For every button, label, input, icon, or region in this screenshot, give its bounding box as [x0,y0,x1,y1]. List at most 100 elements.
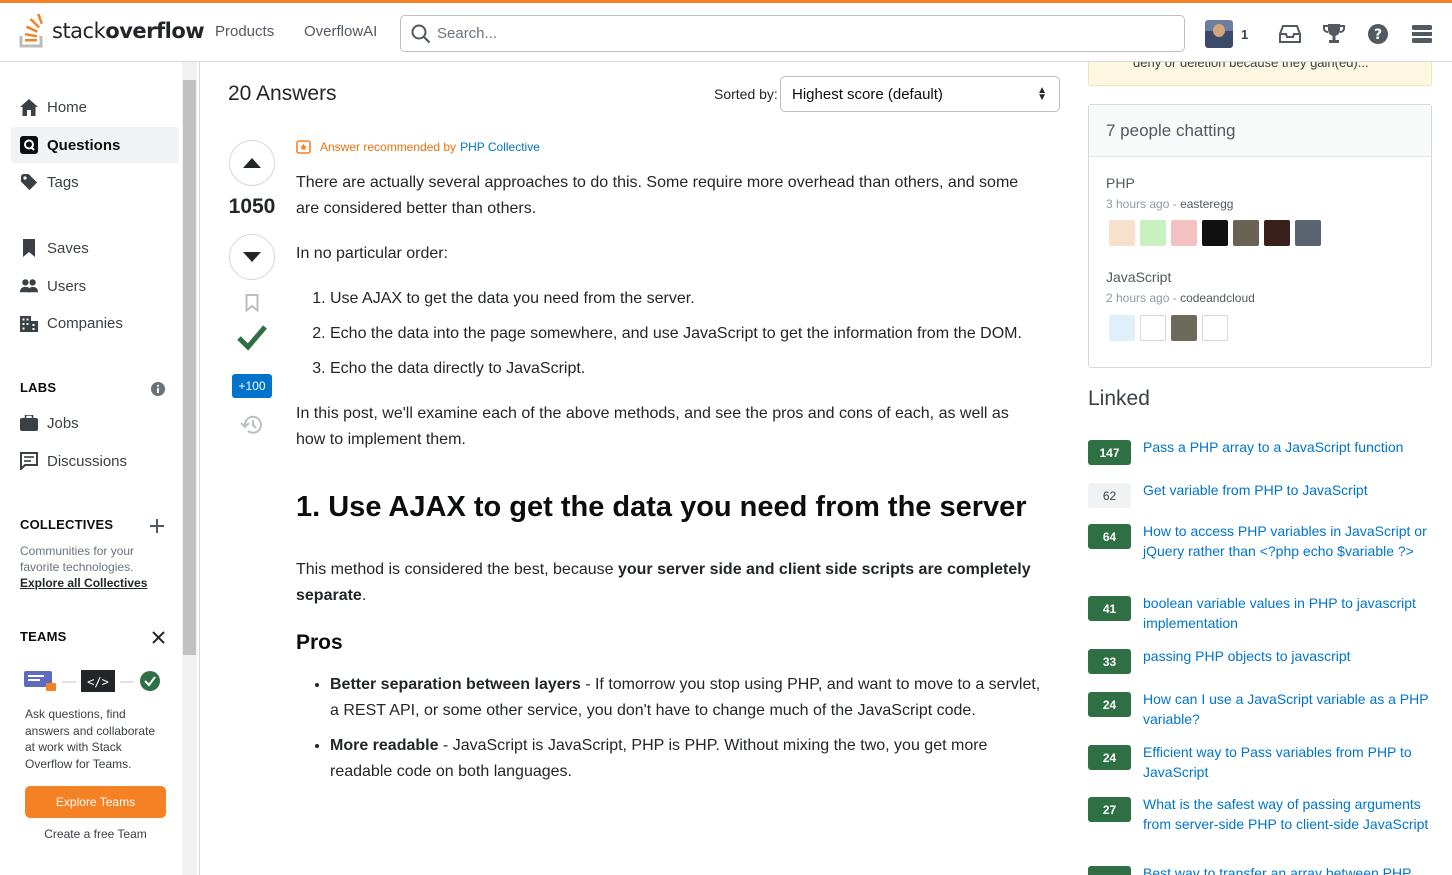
linked-score: 33 [1088,649,1131,674]
sidebar-item-label: Saves [47,239,89,257]
linked-title[interactable]: How to access PHP variables in JavaScrip… [1143,522,1435,561]
sidebar-item-companies[interactable]: Companies [11,305,179,341]
chat-user-avatar[interactable] [1264,220,1290,246]
pros-list: Better separation between layers - If to… [330,672,1041,785]
user-avatar[interactable] [1205,20,1233,48]
create-team-link[interactable]: Create a free Team [25,827,166,841]
briefcase-icon [20,414,38,432]
sidebar-item-label: Jobs [47,414,79,432]
sidebar-item-users[interactable]: Users [11,268,179,304]
chat-avatars-php [1109,220,1326,246]
home-icon [20,98,38,116]
sidebar-item-label: Home [47,98,88,116]
add-collective-icon[interactable] [150,519,164,536]
sidebar-item-tags[interactable]: Tags [11,164,179,200]
discussions-icon [20,452,38,470]
sidebar-scrollbar[interactable] [182,62,197,875]
chat-avatars-javascript [1109,315,1233,341]
downvote-button[interactable] [229,234,275,280]
sidebar-item-saves[interactable]: Saves [11,230,179,266]
stackoverflow-logo-icon [19,14,43,48]
sidebar-item-jobs[interactable]: Jobs [11,405,179,441]
chat-user-avatar[interactable] [1171,220,1197,246]
nav-overflowai[interactable]: OverflowAI [304,23,377,40]
help-icon[interactable]: ? [1366,22,1390,46]
vote-score: 1050 [228,195,276,218]
sidebar-item-discussions[interactable]: Discussions [11,443,179,479]
chat-user-avatar[interactable] [1140,220,1166,246]
accepted-checkmark-icon [237,322,267,355]
site-switcher-icon[interactable] [1410,22,1434,46]
teams-description: Ask questions, find answers and collabor… [25,707,156,771]
reputation-count: 1 [1241,26,1249,42]
close-teams-icon[interactable] [152,631,165,647]
questions-icon [20,136,38,154]
info-icon[interactable] [151,382,165,399]
linked-item[interactable]: 147 Pass a PHP array to a JavaScript func… [1088,438,1438,465]
chat-user-avatar[interactable] [1171,315,1197,341]
linked-score [1088,866,1131,875]
chat-room-javascript[interactable]: JavaScript [1106,269,1171,285]
tag-icon [20,173,38,191]
linked-item[interactable]: 41 boolean variable values in PHP to java… [1088,594,1438,633]
arrow-down-icon [243,252,261,262]
linked-item[interactable]: 33 passing PHP objects to javascript [1088,647,1438,674]
chat-user-avatar[interactable] [1109,315,1135,341]
search-input[interactable]: Search... [400,15,1185,52]
linked-item[interactable]: 24 Efficient way to Pass variables from P… [1088,743,1438,782]
explore-teams-button[interactable]: Explore Teams [25,786,166,818]
linked-title[interactable]: How can I use a JavaScript variable as a… [1143,690,1435,729]
section-heading: 1. Use AJAX to get the data you need fro… [296,491,1027,523]
linked-title[interactable]: Best way to transfer an array between PH… [1143,864,1435,875]
chat-user-avatar[interactable] [1202,315,1228,341]
chat-user-avatar[interactable] [1295,220,1321,246]
bookmark-icon[interactable] [245,294,259,315]
linked-item[interactable]: Best way to transfer an array between PH… [1088,864,1438,875]
paragraph: This method is considered the best, beca… [296,561,1031,604]
answers-count: 20 Answers [228,82,337,105]
linked-item[interactable]: 27 What is the safest way of passing argu… [1088,795,1438,834]
linked-item[interactable]: 64 How to access PHP variables in JavaScr… [1088,522,1438,561]
upvote-button[interactable] [229,140,275,186]
chat-user-avatar[interactable] [1109,220,1135,246]
sort-select[interactable]: Highest score (default) ▲ ▼ [780,76,1060,112]
list-item: Better separation between layers - If to… [330,672,1041,724]
nav-products[interactable]: Products [215,23,274,40]
linked-title[interactable]: Efficient way to Pass variables from PHP… [1143,743,1435,782]
achievements-icon[interactable] [1322,22,1346,46]
linked-title[interactable]: boolean variable values in PHP to javasc… [1143,594,1435,633]
linked-item[interactable]: 24 How can I use a JavaScript variable as… [1088,690,1438,729]
chat-user-avatar[interactable] [1233,220,1259,246]
linked-title[interactable]: Get variable from PHP to JavaScript [1143,481,1435,508]
bounty-badge[interactable]: +100 [232,374,272,398]
linked-title[interactable]: What is the safest way of passing argume… [1143,795,1435,834]
list-item: More readable - JavaScript is JavaScript… [330,733,1041,785]
linked-item[interactable]: 62 Get variable from PHP to JavaScript [1088,481,1438,508]
chat-room-meta: 2 hours ago - codeandcloud [1106,291,1255,305]
arrow-up-icon [243,158,261,168]
sidebar-item-home[interactable]: Home [11,89,179,125]
chat-user-avatar[interactable] [1140,315,1166,341]
scrollbar-thumb[interactable] [183,80,196,655]
chat-room-php[interactable]: PHP [1106,175,1135,191]
linked-score: 64 [1088,524,1131,549]
linked-score: 24 [1088,692,1131,717]
explore-collectives-link[interactable]: Explore all Collectives [20,576,147,590]
labs-heading: LABS [20,380,57,395]
notice-box: deny or deletion because they gain(ed)..… [1088,62,1432,86]
notice-text: deny or deletion because they gain(ed)..… [1133,62,1369,70]
users-icon [20,277,38,295]
stackoverflow-logo[interactable]: stackoverflow [18,12,205,50]
sidebar-item-questions[interactable]: Questions [11,127,179,163]
sorted-by-label: Sorted by: [714,86,778,102]
collective-link[interactable]: PHP Collective [460,140,540,154]
linked-score: 24 [1088,745,1131,770]
teams-illustration: </> [24,669,164,695]
linked-title[interactable]: passing PHP objects to javascript [1143,647,1435,674]
chat-user-avatar[interactable] [1202,220,1228,246]
sidebar-item-label: Companies [47,314,123,332]
inbox-icon[interactable] [1278,22,1302,46]
teams-heading: TEAMS [20,629,67,644]
history-icon[interactable] [240,414,264,439]
linked-title[interactable]: Pass a PHP array to a JavaScript functio… [1143,438,1435,465]
